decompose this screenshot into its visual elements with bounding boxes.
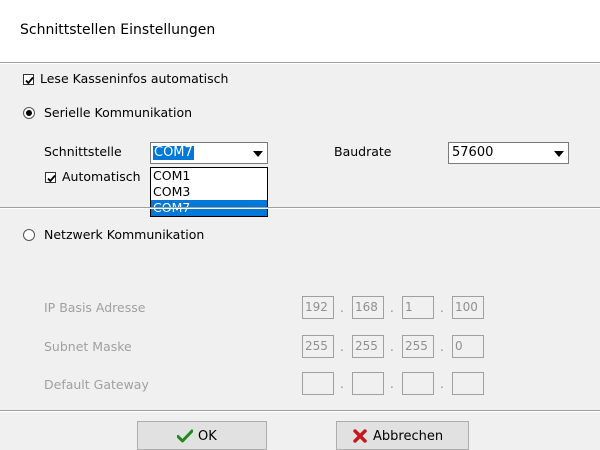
subnet-octet-2[interactable]: 255 — [352, 335, 384, 358]
port-dropdown-list[interactable]: COM1 COM3 COM7 — [150, 167, 268, 217]
baud-value: 57600 — [452, 145, 494, 160]
baud-dropdown-button[interactable] — [550, 144, 567, 162]
ip-label: IP Basis Adresse — [44, 300, 146, 315]
gateway-octet-2[interactable] — [352, 372, 384, 395]
read-cash-info-checkbox[interactable] — [23, 74, 34, 85]
footer-divider — [0, 410, 600, 412]
port-combobox[interactable]: COM7 — [150, 142, 268, 164]
ip-octet-3[interactable]: 1 — [402, 296, 434, 319]
subnet-separator: . — [390, 340, 394, 354]
checkmark-icon — [25, 76, 34, 85]
gateway-separator: . — [390, 377, 394, 391]
header-divider — [0, 62, 600, 64]
section-divider — [0, 207, 600, 209]
gateway-separator: . — [440, 377, 444, 391]
ok-button[interactable]: OK — [137, 421, 267, 450]
ok-button-label: OK — [198, 429, 217, 444]
ip-separator: . — [340, 301, 344, 315]
baud-combobox[interactable]: 57600 — [448, 142, 569, 164]
cross-icon — [353, 429, 367, 443]
gateway-label: Default Gateway — [44, 377, 149, 392]
checkmark-icon — [177, 429, 193, 443]
ip-octet-1[interactable]: 192 — [302, 296, 334, 319]
checkmark-icon — [47, 174, 56, 183]
subnet-octet-4[interactable]: 0 — [452, 335, 484, 358]
baud-label: Baudrate — [334, 144, 392, 159]
ip-octet-4[interactable]: 100 — [452, 296, 484, 319]
gateway-octet-1[interactable] — [302, 372, 334, 395]
ip-separator: . — [440, 301, 444, 315]
auto-label: Automatisch — [62, 169, 141, 184]
subnet-separator: . — [340, 340, 344, 354]
gateway-octet-4[interactable] — [452, 372, 484, 395]
port-label: Schnittstelle — [44, 144, 122, 159]
gateway-octet-3[interactable] — [402, 372, 434, 395]
ip-octet-2[interactable]: 168 — [352, 296, 384, 319]
subnet-octet-1[interactable]: 255 — [302, 335, 334, 358]
radio-selected-dot — [26, 110, 32, 116]
dialog-title: Schnittstellen Einstellungen — [20, 22, 216, 38]
serial-radio[interactable] — [23, 107, 35, 119]
serial-label: Serielle Kommunikation — [44, 105, 193, 120]
network-label: Netzwerk Kommunikation — [44, 227, 205, 242]
chevron-down-icon — [554, 151, 564, 157]
cancel-button[interactable]: Abbrechen — [336, 421, 469, 450]
port-option[interactable]: COM1 — [151, 168, 267, 184]
auto-checkbox[interactable] — [45, 172, 56, 183]
port-value: COM7 — [153, 145, 194, 160]
subnet-octet-3[interactable]: 255 — [402, 335, 434, 358]
ip-separator: . — [390, 301, 394, 315]
network-radio[interactable] — [23, 229, 35, 241]
subnet-separator: . — [440, 340, 444, 354]
chevron-down-icon — [253, 151, 263, 157]
gateway-separator: . — [340, 377, 344, 391]
dialog-header: Schnittstellen Einstellungen — [0, 0, 600, 62]
port-dropdown-button[interactable] — [249, 144, 266, 162]
subnet-label: Subnet Maske — [44, 339, 132, 354]
port-option[interactable]: COM3 — [151, 184, 267, 200]
read-cash-info-label: Lese Kasseninfos automatisch — [40, 71, 229, 86]
cancel-button-label: Abbrechen — [373, 429, 444, 444]
